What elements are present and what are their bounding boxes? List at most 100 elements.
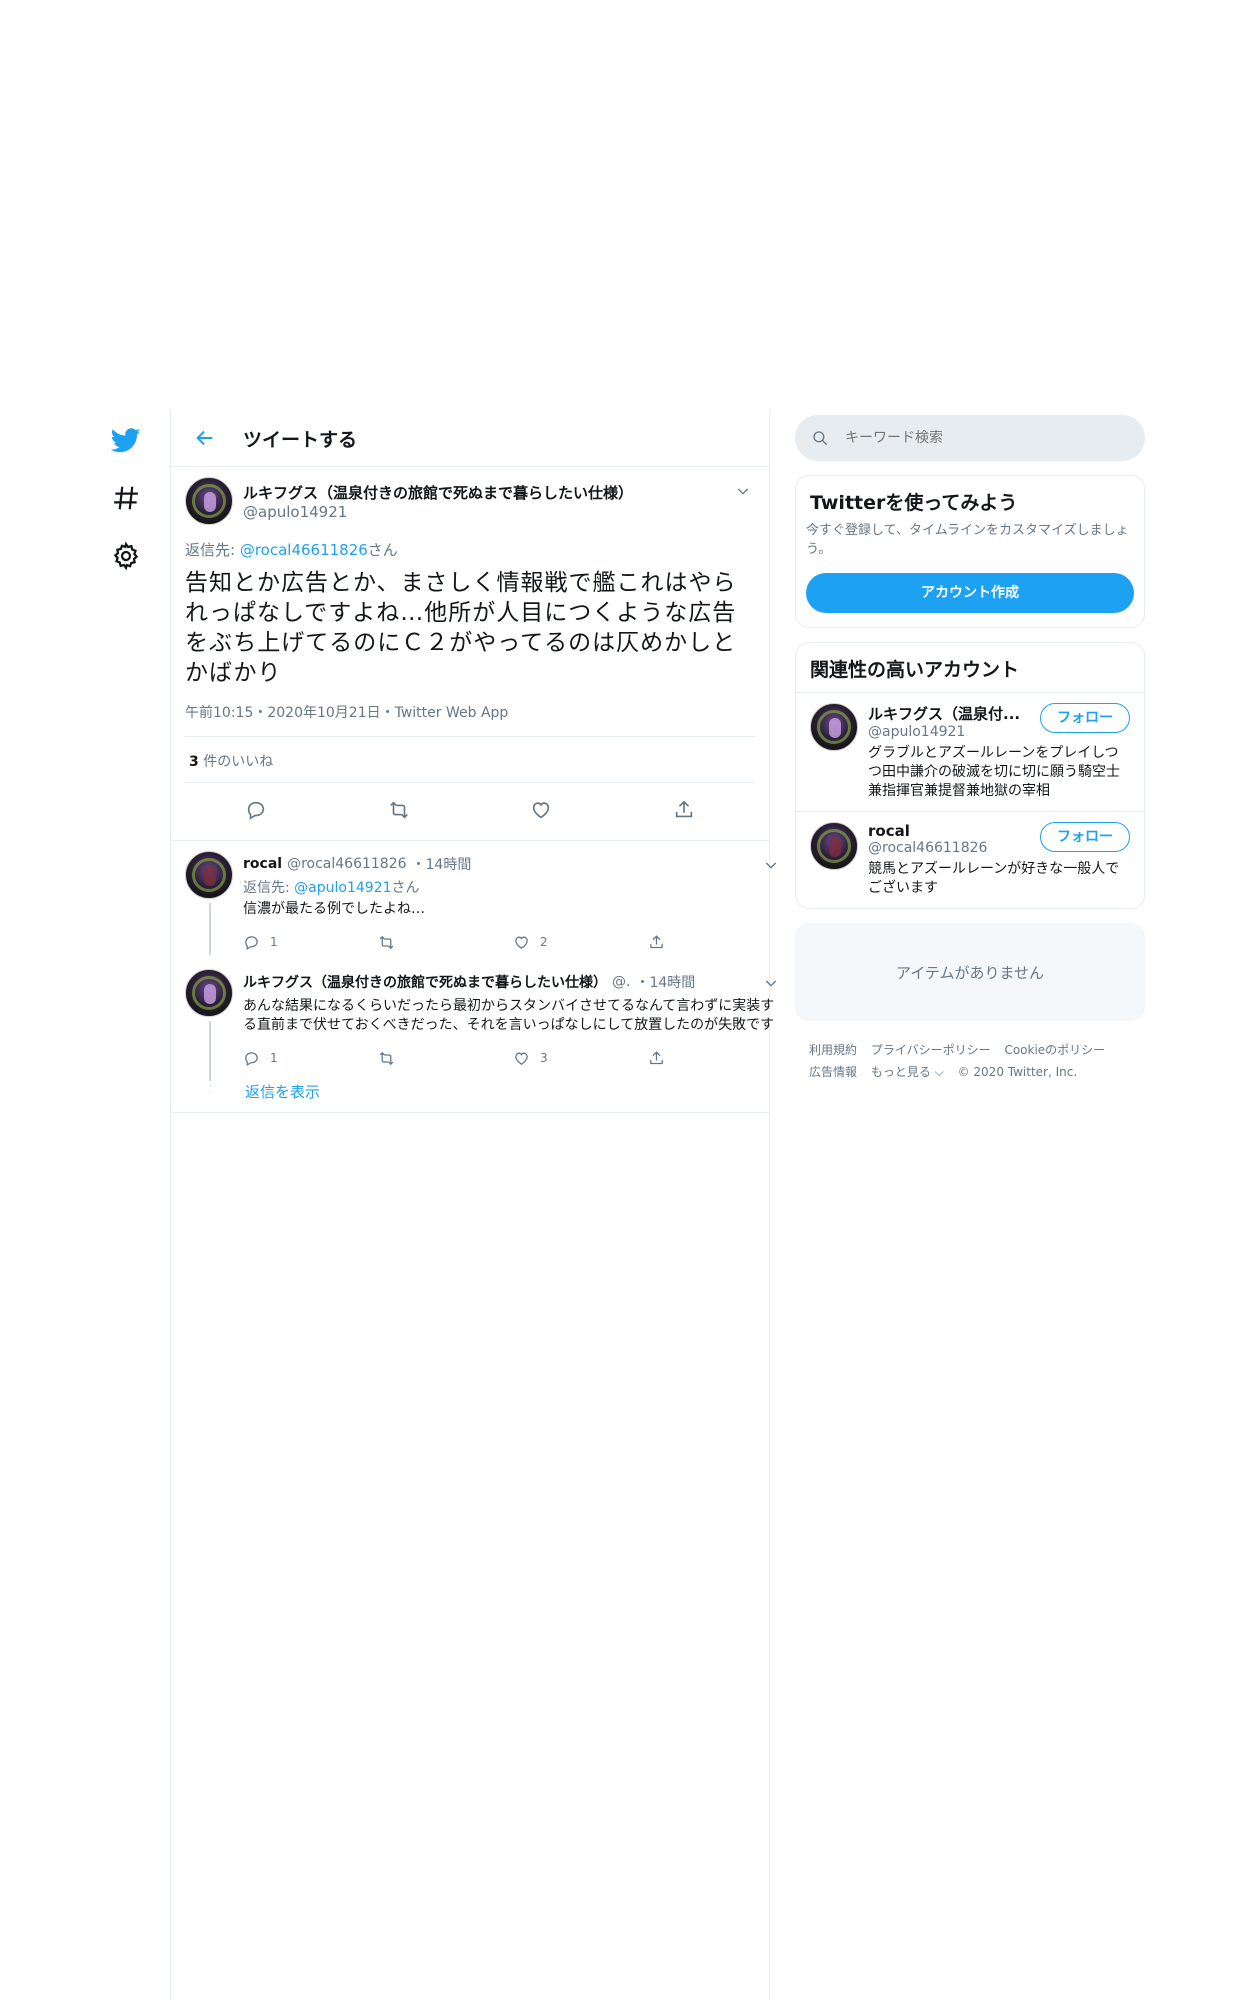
account-handle[interactable]: @apulo14921 <box>868 724 1020 740</box>
tweet-text: あんな結果になるくらいだったら最初からスタンバイさせてるなんて言わずに実装する直… <box>243 998 775 1033</box>
chevron-down-icon[interactable] <box>759 853 783 877</box>
reply-button[interactable]: 1 <box>243 1050 378 1067</box>
signup-card-title: Twitterを使ってみよう <box>810 492 1018 514</box>
search-icon <box>813 431 828 446</box>
thread-dots: · · · <box>209 1076 213 1099</box>
account-name[interactable]: rocal <box>868 822 987 840</box>
back-arrow-icon[interactable] <box>185 418 225 458</box>
author-name[interactable]: rocal <box>243 856 282 872</box>
search-bar[interactable] <box>795 415 1145 461</box>
author-handle[interactable]: @rocal46611826 <box>287 856 406 872</box>
author-name[interactable]: ルキフグス（温泉付きの旅館で死ぬまで暮らしたい仕様） <box>243 482 731 503</box>
tweet-text: 告知とか広告とか、まさしく情報戦で艦これはやられっぱなしですよね…他所が人目につ… <box>185 570 737 686</box>
retweet-button[interactable] <box>378 1050 513 1067</box>
reply-icon[interactable] <box>245 799 267 825</box>
reply-handle-link[interactable]: @apulo14921 <box>294 880 391 896</box>
like-button[interactable]: 2 <box>513 934 648 951</box>
share-icon <box>650 934 663 948</box>
reply-button[interactable]: 1 <box>243 934 378 951</box>
footer-copyright: © 2020 Twitter, Inc. <box>957 1065 1078 1079</box>
footer-privacy-link[interactable]: プライバシーポリシー <box>871 1043 991 1057</box>
reply-icon <box>245 1051 258 1066</box>
account-bio: グラブルとアズールレーンをプレイしつつ田中謙介の破滅を切に切に願う騎空士兼指揮官… <box>868 745 1120 799</box>
page-title: ツイートする <box>243 428 358 451</box>
thread-line <box>209 903 211 955</box>
avatar[interactable] <box>185 851 233 899</box>
follow-button[interactable]: フォロー <box>1040 822 1130 852</box>
reply-suffix: さん <box>391 880 420 896</box>
settings-gear-icon[interactable] <box>106 536 146 576</box>
author-name[interactable]: ルキフグス（温泉付きの旅館で死ぬまで暮らしたい仕様） <box>243 972 607 992</box>
reply-suffix: さん <box>367 541 398 559</box>
page: ツイートする ルキフグス（温泉付きの旅館で死ぬまで暮らしたい仕様） @apulo… <box>0 0 1242 2000</box>
reply-handle-link[interactable]: @rocal46611826 <box>240 541 368 559</box>
likes-count[interactable]: 3 件のいいね <box>185 737 755 783</box>
twitter-logo-icon[interactable] <box>106 420 146 460</box>
account-handle[interactable]: @rocal46611826 <box>868 840 987 856</box>
like-icon <box>515 1052 528 1065</box>
account-item[interactable]: rocal @rocal46611826 フォロー 競馬とアズールレーンが好きな… <box>796 811 1144 908</box>
focus-tweet: ルキフグス（温泉付きの旅館で死ぬまで暮らしたい仕様） @apulo14921 返… <box>171 467 769 841</box>
related-accounts-card: 関連性の高いアカウント ルキフグス（温泉付... @apulo14921 フォロ… <box>795 642 1145 909</box>
avatar[interactable] <box>810 703 858 751</box>
hashtag-icon[interactable] <box>106 478 146 518</box>
tweet-action-bar: 1 2 <box>243 925 783 959</box>
show-replies-label: 返信を表示 <box>245 1083 321 1101</box>
chevron-down-icon[interactable] <box>759 971 783 995</box>
account-item[interactable]: ルキフグス（温泉付... @apulo14921 フォロー グラブルとアズールレ… <box>796 692 1144 811</box>
footer-ads-link[interactable]: 広告情報 <box>809 1065 857 1079</box>
account-name[interactable]: ルキフグス（温泉付... <box>868 703 1020 724</box>
reply-icon <box>245 935 258 950</box>
like-count: 2 <box>540 935 548 949</box>
tweet-timestamp[interactable]: 午前10:15・2020年10月21日・Twitter Web App <box>185 702 755 737</box>
reply-to: 返信先: @rocal46611826さん <box>185 539 755 560</box>
tweet-text: 信濃が最たる例でしたよね… <box>243 901 425 917</box>
share-icon <box>650 1050 663 1064</box>
reply-count: 1 <box>270 1051 278 1065</box>
reply-tweet[interactable]: rocal @rocal46611826 ・14時間 返信先: @apulo14… <box>171 841 777 959</box>
reply-count: 1 <box>270 935 278 949</box>
main-column: ツイートする ルキフグス（温泉付きの旅館で死ぬまで暮らしたい仕様） @apulo… <box>170 410 777 2000</box>
footer-terms-link[interactable]: 利用規約 <box>809 1043 857 1057</box>
retweet-icon <box>379 935 394 949</box>
avatar[interactable] <box>185 969 233 1017</box>
footer-more-link[interactable]: もっと見る ⌵ <box>871 1065 944 1079</box>
avatar[interactable] <box>810 822 858 870</box>
create-account-button[interactable]: アカウント作成 <box>806 573 1134 613</box>
tweet-action-bar: 1 3 <box>243 1041 783 1075</box>
author-handle[interactable]: @apulo14921 <box>243 503 731 521</box>
tweet-time[interactable]: ・14時間 <box>635 972 695 992</box>
likes-number: 3 <box>189 754 199 770</box>
signup-card: Twitterを使ってみよう 今すぐ登録して、タイムラインをカスタマイズしましょ… <box>795 475 1145 628</box>
retweet-icon[interactable] <box>388 799 410 825</box>
chevron-down-icon[interactable] <box>731 479 755 503</box>
empty-trends: アイテムがありません <box>795 923 1145 1021</box>
like-icon[interactable] <box>530 799 552 825</box>
right-sidebar: Twitterを使ってみよう 今すぐ登録して、タイムラインをカスタマイズしましょ… <box>795 415 1145 1083</box>
likes-label: 件のいいね <box>198 754 274 770</box>
footer-links: 利用規約 プライバシーポリシー Cookieのポリシー 広告情報 もっと見る ⌵… <box>795 1039 1145 1083</box>
footer-cookies-link[interactable]: Cookieのポリシー <box>1004 1043 1105 1057</box>
reply-prefix: 返信先: <box>185 541 240 559</box>
retweet-icon <box>379 1051 394 1065</box>
share-button[interactable] <box>648 1050 783 1067</box>
avatar[interactable] <box>185 477 233 525</box>
main-header: ツイートする <box>171 410 769 467</box>
like-count: 3 <box>540 1051 548 1065</box>
follow-button[interactable]: フォロー <box>1040 703 1130 733</box>
tweet-time[interactable]: ・14時間 <box>412 854 472 874</box>
like-icon <box>515 936 528 949</box>
author-handle[interactable]: @. <box>612 974 630 990</box>
signup-card-subtitle: 今すぐ登録して、タイムラインをカスタマイズしましょう。 <box>806 523 1129 557</box>
retweet-button[interactable] <box>378 934 513 951</box>
share-icon[interactable] <box>673 799 695 825</box>
search-input[interactable] <box>845 430 1105 446</box>
tweet-action-bar <box>171 783 769 841</box>
like-button[interactable]: 3 <box>513 1050 648 1067</box>
account-bio: 競馬とアズールレーンが好きな一般人でございます <box>868 861 1120 896</box>
left-nav <box>106 420 146 594</box>
reply-prefix: 返信先: <box>243 880 295 896</box>
share-button[interactable] <box>648 934 783 951</box>
show-replies-link[interactable]: · · · 返信を表示 <box>171 1075 769 1113</box>
reply-tweet[interactable]: ルキフグス（温泉付きの旅館で死ぬまで暮らしたい仕様） @. ・14時間 あんな結… <box>171 959 777 1081</box>
